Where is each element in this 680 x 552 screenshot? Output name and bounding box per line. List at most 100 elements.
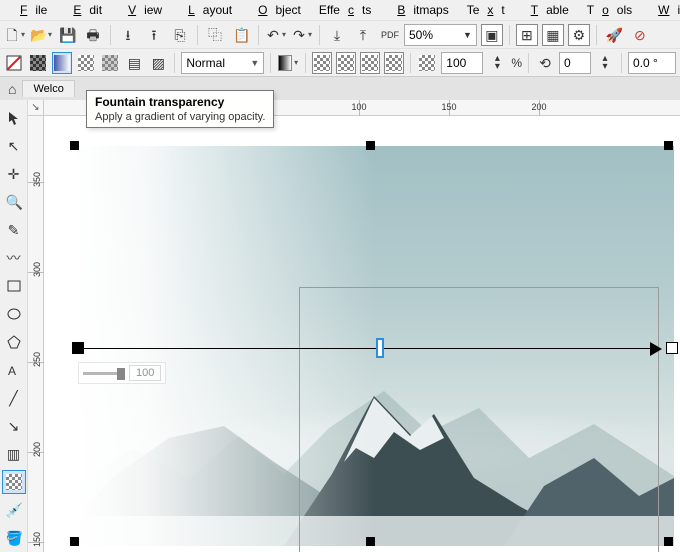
standard-toolbar: 🗋 📂 💾 🖶 ⭳ ⭱ ⎘ ⿻ 📋 ↶ ↷ ⤓ ⤒ PDF ▼ ▣ ⊞ ▦ ⚙ … xyxy=(0,20,680,48)
gradient-midpoint-handle[interactable] xyxy=(378,340,382,356)
snap-button[interactable]: ⊞ xyxy=(516,24,538,46)
radial-type-button[interactable] xyxy=(336,52,356,74)
vertical-ruler[interactable]: 350300250200150 xyxy=(28,116,44,552)
zoom-input[interactable] xyxy=(409,28,459,42)
node-opacity-box[interactable] xyxy=(441,52,483,74)
crop-tool[interactable]: ✛ xyxy=(2,162,26,186)
canvas[interactable]: ↘ 50100150200 350300250200150 xyxy=(28,100,680,552)
merge-mode-combo[interactable]: ▼ xyxy=(181,52,264,74)
dropdown-icon: ▼ xyxy=(250,58,259,68)
bitmap-transparency-button[interactable] xyxy=(100,52,120,74)
fill-tool[interactable]: 🪣 xyxy=(2,526,26,550)
connector-tool[interactable]: ↘ xyxy=(2,414,26,438)
cloud-download-icon[interactable]: ⭳ xyxy=(117,24,139,46)
menu-text[interactable]: Text xyxy=(459,1,513,19)
zoom-tool[interactable]: 🔍 xyxy=(2,190,26,214)
transparency-tool[interactable] xyxy=(2,470,26,494)
no-transparency-button[interactable] xyxy=(4,52,24,74)
menu-layout[interactable]: Layout xyxy=(172,1,240,19)
save-button[interactable]: 💾 xyxy=(56,24,78,46)
menu-window[interactable]: Window xyxy=(642,1,680,19)
menu-bar: File Edit View Layout Object Effects Bit… xyxy=(0,0,680,20)
rotation-box[interactable] xyxy=(559,52,591,74)
menu-bitmaps[interactable]: Bitmaps xyxy=(381,1,456,19)
selection-handle[interactable] xyxy=(70,141,79,150)
selection-handle[interactable] xyxy=(664,141,673,150)
menu-file[interactable]: File xyxy=(4,1,55,19)
eyedropper-tool[interactable]: 💉 xyxy=(2,498,26,522)
pattern-transparency-button[interactable] xyxy=(76,52,96,74)
cloud-upload-icon[interactable]: ⭱ xyxy=(143,24,165,46)
rectangle-tool[interactable] xyxy=(2,274,26,298)
gradient-end-handle[interactable] xyxy=(666,342,678,354)
rotation-input[interactable] xyxy=(564,56,586,70)
node-transparency-icon[interactable] xyxy=(417,52,437,74)
menu-tools[interactable]: Tools xyxy=(579,1,640,19)
pdf-button[interactable]: PDF xyxy=(378,24,400,46)
freehand-tool[interactable]: ✎ xyxy=(2,218,26,242)
menu-object[interactable]: Object xyxy=(242,1,309,19)
polygon-tool[interactable] xyxy=(2,330,26,354)
open-button[interactable]: 📂 xyxy=(30,24,52,46)
square-type-button[interactable] xyxy=(384,52,404,74)
gradient-start-handle[interactable] xyxy=(72,342,84,354)
stage[interactable]: 100 xyxy=(44,116,680,552)
copy-button[interactable]: ⿻ xyxy=(204,24,226,46)
paste-button[interactable]: 📋 xyxy=(230,24,252,46)
rotation-stepper[interactable]: ▴▾ xyxy=(595,52,615,74)
text-tool[interactable]: A xyxy=(2,358,26,382)
node-opacity-slider[interactable]: 100 xyxy=(78,362,166,384)
toolbox: ↖ ✛ 🔍 ✎ 〰 A ╱ ↘ ▥ 💉 🪣 xyxy=(0,100,28,552)
undo-button[interactable]: ↶ xyxy=(265,24,287,46)
node-opacity-stepper[interactable]: ▴▾ xyxy=(487,52,507,74)
rotation-icon[interactable]: ⟲ xyxy=(535,52,555,74)
slider-knob[interactable] xyxy=(117,368,125,380)
close-red-icon[interactable]: ⊘ xyxy=(629,24,651,46)
pick-tool[interactable] xyxy=(2,106,26,130)
selection-handle[interactable] xyxy=(664,537,673,546)
menu-table[interactable]: Table xyxy=(515,1,577,19)
selection-handle[interactable] xyxy=(366,141,375,150)
selection-handle[interactable] xyxy=(366,537,375,546)
grid-button[interactable]: ▦ xyxy=(542,24,564,46)
zoom-combo[interactable]: ▼ xyxy=(404,24,477,46)
selection-handle[interactable] xyxy=(70,537,79,546)
tooltip-title: Fountain transparency xyxy=(95,95,265,109)
gradient-vector[interactable] xyxy=(74,348,658,349)
new-document-button[interactable]: 🗋 xyxy=(4,24,26,46)
publish-button[interactable]: ⎘ xyxy=(169,24,191,46)
effects-tool[interactable]: ▥ xyxy=(2,442,26,466)
workspace: ↖ ✛ 🔍 ✎ 〰 A ╱ ↘ ▥ 💉 🪣 ↘ 50100150200 3503… xyxy=(0,100,680,552)
fountain-transparency-button[interactable] xyxy=(52,52,72,74)
tab-welcome[interactable]: Welco xyxy=(22,80,74,97)
launcher-button[interactable]: 🚀 xyxy=(603,24,625,46)
import-button[interactable]: ⤓ xyxy=(326,24,348,46)
export-button[interactable]: ⤒ xyxy=(352,24,374,46)
options-button[interactable]: ⚙ xyxy=(568,24,590,46)
two-color-transparency-button[interactable]: ▨ xyxy=(148,52,168,74)
slider-value: 100 xyxy=(129,365,161,381)
angle-box[interactable] xyxy=(628,52,676,74)
shape-tool[interactable]: ↖ xyxy=(2,134,26,158)
artistic-media-tool[interactable]: 〰 xyxy=(2,246,26,270)
menu-edit[interactable]: Edit xyxy=(57,1,110,19)
fullscreen-button[interactable]: ▣ xyxy=(481,24,503,46)
dimension-tool[interactable]: ╱ xyxy=(2,386,26,410)
node-opacity-input[interactable] xyxy=(446,56,478,70)
conical-type-button[interactable] xyxy=(360,52,380,74)
uniform-transparency-button[interactable] xyxy=(28,52,48,74)
linear-type-button[interactable] xyxy=(312,52,332,74)
redo-button[interactable]: ↷ xyxy=(291,24,313,46)
merge-mode-input[interactable] xyxy=(186,56,246,70)
gradient-arrowhead[interactable] xyxy=(650,342,662,356)
home-icon[interactable]: ⌂ xyxy=(4,81,20,97)
angle-input[interactable] xyxy=(633,56,671,70)
menu-view[interactable]: View xyxy=(112,1,170,19)
menu-effects[interactable]: Effects xyxy=(311,1,379,19)
transparency-picker-button[interactable] xyxy=(277,52,299,74)
ruler-corner[interactable]: ↘ xyxy=(28,100,44,116)
texture-transparency-button[interactable]: ▤ xyxy=(124,52,144,74)
ellipse-tool[interactable] xyxy=(2,302,26,326)
print-button[interactable]: 🖶 xyxy=(82,24,104,46)
svg-text:A: A xyxy=(8,364,16,378)
